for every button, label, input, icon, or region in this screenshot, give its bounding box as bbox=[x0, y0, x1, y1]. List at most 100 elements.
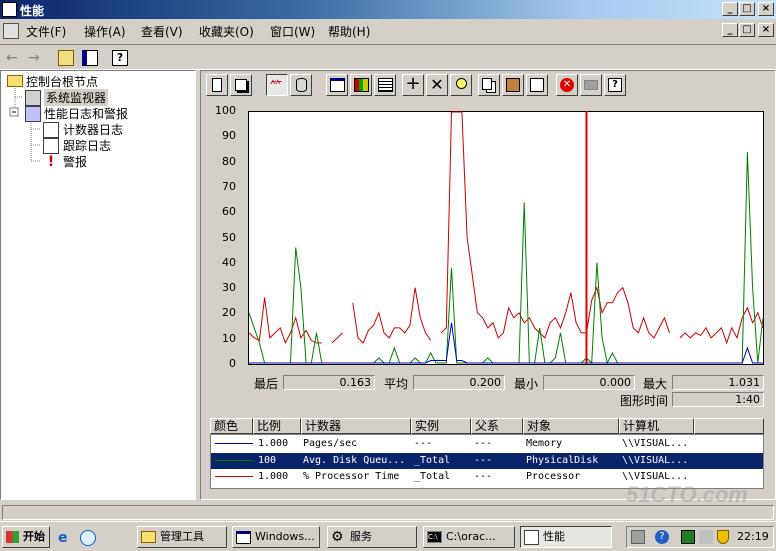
view-log-data-button[interactable] bbox=[290, 74, 312, 96]
y-tick-label: 0 bbox=[229, 357, 236, 370]
header-scale[interactable]: 比例 bbox=[253, 418, 301, 434]
sysmon-toolbar: ⺮ + ✕ ✕ ? bbox=[206, 74, 626, 98]
tree-system-monitor[interactable]: 系统监视器 bbox=[44, 89, 109, 106]
logs-icon bbox=[25, 106, 41, 122]
y-tick-label: 80 bbox=[222, 154, 236, 168]
start-label: 开始 bbox=[23, 530, 45, 543]
menu-window[interactable]: 窗口(W) bbox=[270, 23, 315, 40]
lightbulb-icon bbox=[456, 78, 467, 89]
folder-icon bbox=[141, 531, 156, 543]
tree-counter-logs[interactable]: 计数器日志 bbox=[63, 121, 123, 138]
tree-trace-logs[interactable]: 跟踪日志 bbox=[63, 137, 111, 154]
header-parent[interactable]: 父系 bbox=[471, 418, 523, 434]
y-tick-label: 30 bbox=[222, 281, 236, 295]
computer-cell: \\VISUAL... bbox=[622, 455, 689, 466]
task-windows[interactable]: Windows... bbox=[232, 526, 320, 548]
header-instance[interactable]: 实例 bbox=[411, 418, 471, 434]
freeze-display-button[interactable]: ✕ bbox=[556, 74, 578, 96]
forward-arrow-icon[interactable]: → bbox=[28, 50, 44, 66]
task-services[interactable]: ⚙ 服务 bbox=[327, 526, 417, 548]
menu-action[interactable]: 操作(A) bbox=[84, 23, 126, 40]
monitor-tray-icon[interactable] bbox=[681, 530, 695, 544]
header-object[interactable]: 对象 bbox=[523, 418, 619, 434]
copy-icon bbox=[482, 78, 492, 90]
up-folder-icon[interactable] bbox=[58, 50, 74, 66]
counter-log-icon bbox=[43, 122, 59, 138]
task-cmd[interactable]: C:\ C:\orac... bbox=[423, 526, 515, 548]
help-icon[interactable]: ? bbox=[112, 50, 128, 66]
header-color[interactable]: 颜色 bbox=[210, 418, 253, 434]
view-current-activity-button[interactable]: ⺮ bbox=[266, 74, 288, 96]
menu-file[interactable]: 文件(F) bbox=[26, 23, 66, 40]
outlook-express-icon[interactable] bbox=[80, 530, 96, 546]
camera-icon bbox=[584, 80, 598, 90]
tree-root[interactable]: 控制台根节点 bbox=[26, 73, 98, 90]
network-icon[interactable] bbox=[631, 530, 645, 544]
tree-perf-logs[interactable]: 性能日志和警报 bbox=[44, 105, 128, 122]
menu-view[interactable]: 查看(V) bbox=[141, 23, 183, 40]
paste-counter-list-button[interactable] bbox=[502, 74, 524, 96]
shield-icon[interactable] bbox=[717, 530, 729, 544]
y-tick-label: 60 bbox=[222, 205, 236, 219]
legend-row[interactable]: 1.000 Pages/sec --- --- Memory \\VISUAL.… bbox=[211, 436, 763, 452]
parent-cell: --- bbox=[474, 438, 493, 449]
ie-icon[interactable]: e bbox=[58, 530, 74, 546]
header-counter[interactable]: 计数器 bbox=[301, 418, 411, 434]
menu-bar: 文件(F) 操作(A) 查看(V) 收藏夹(O) 窗口(W) 帮助(H) _ □… bbox=[0, 19, 776, 43]
properties-button[interactable] bbox=[526, 74, 548, 96]
y-tick-label: 70 bbox=[222, 179, 236, 193]
task-label: C:\orac... bbox=[446, 530, 496, 543]
highlight-button[interactable] bbox=[450, 74, 472, 96]
y-tick-label: 50 bbox=[222, 230, 236, 244]
tree-alerts[interactable]: 警报 bbox=[63, 153, 87, 170]
menu-help[interactable]: 帮助(H) bbox=[328, 23, 370, 40]
child-restore-button[interactable]: □ bbox=[739, 23, 755, 37]
min-value: 0.000 bbox=[543, 375, 635, 390]
task-label: Windows... bbox=[255, 530, 315, 543]
instance-cell: _Total bbox=[414, 455, 451, 466]
copy-properties-button[interactable] bbox=[478, 74, 500, 96]
view-histogram-button[interactable] bbox=[350, 74, 372, 96]
close-button[interactable]: × bbox=[758, 2, 774, 16]
report-icon bbox=[378, 78, 393, 92]
new-counter-set-button[interactable] bbox=[206, 74, 228, 96]
start-button[interactable]: 开始 bbox=[2, 526, 50, 548]
paste-icon bbox=[506, 78, 520, 92]
parent-cell: --- bbox=[474, 455, 493, 466]
child-minimize-button[interactable]: _ bbox=[722, 23, 738, 37]
system-tray: ? 22:19 bbox=[626, 526, 774, 548]
back-arrow-icon[interactable]: ← bbox=[6, 50, 22, 66]
task-performance[interactable]: 性能 bbox=[520, 526, 612, 548]
view-report-button[interactable] bbox=[374, 74, 396, 96]
update-data-button[interactable] bbox=[580, 74, 602, 96]
site-watermark: 51CTO.com bbox=[626, 482, 748, 507]
console-icon[interactable] bbox=[3, 23, 19, 39]
color-swatch bbox=[215, 443, 253, 444]
menu-favorites[interactable]: 收藏夹(O) bbox=[199, 23, 254, 40]
clear-display-button[interactable] bbox=[230, 74, 252, 96]
help-tray-icon[interactable]: ? bbox=[655, 530, 669, 544]
main-toolbar: ← → ? bbox=[0, 44, 776, 70]
graph-icon bbox=[330, 78, 345, 92]
maximize-button[interactable]: □ bbox=[739, 2, 755, 16]
stop-icon: ✕ bbox=[560, 78, 574, 92]
speaker-icon[interactable] bbox=[699, 530, 713, 544]
performance-icon bbox=[524, 530, 539, 545]
y-tick-label: 100 bbox=[215, 104, 236, 117]
current-activity-icon: ⺮ bbox=[270, 79, 283, 93]
add-counter-button[interactable]: + bbox=[402, 74, 424, 96]
show-hide-tree-icon[interactable] bbox=[82, 50, 98, 66]
header-computer[interactable]: 计算机 bbox=[619, 418, 694, 434]
child-close-button[interactable]: × bbox=[758, 23, 774, 37]
view-graph-button[interactable] bbox=[326, 74, 348, 96]
avg-value: 0.200 bbox=[413, 375, 505, 390]
minimize-button[interactable]: _ bbox=[722, 2, 738, 16]
legend-row-selected[interactable]: 100 Avg. Disk Queu... _Total --- Physica… bbox=[211, 453, 763, 469]
delete-counter-button[interactable]: ✕ bbox=[426, 74, 448, 96]
gear-icon: ⚙ bbox=[331, 529, 344, 545]
clock[interactable]: 22:19 bbox=[737, 530, 769, 543]
avg-label: 平均 bbox=[384, 377, 409, 391]
task-label: 服务 bbox=[350, 530, 372, 543]
sysmon-help-button[interactable]: ? bbox=[604, 74, 626, 96]
task-admin-tools[interactable]: 管理工具 bbox=[137, 526, 227, 548]
